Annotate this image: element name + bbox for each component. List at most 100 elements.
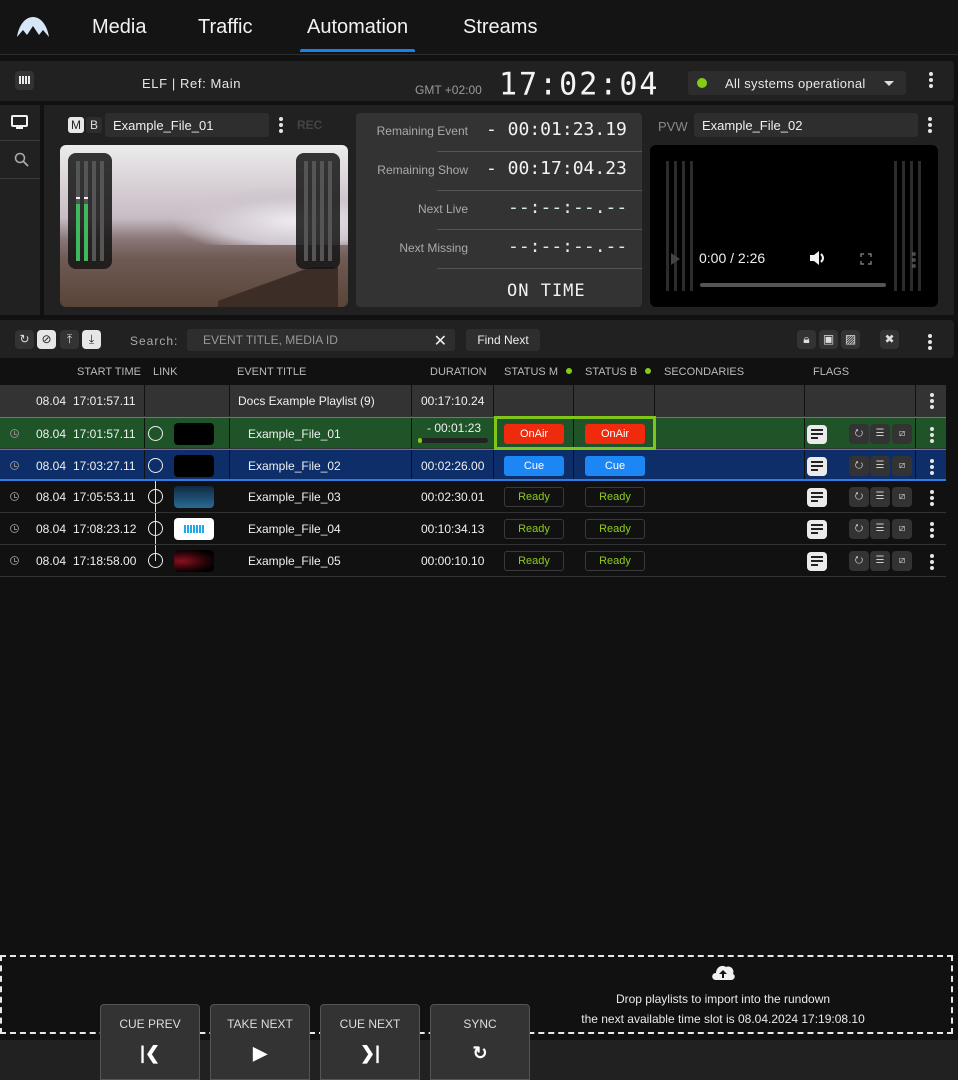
volume-icon[interactable] <box>809 250 827 266</box>
sync-label: SYNC <box>463 1017 497 1031</box>
loop-icon[interactable]: ⭮ <box>849 519 869 539</box>
loop-icon[interactable]: ⭮ <box>849 487 869 507</box>
preview-file-field[interactable]: Example_File_02 <box>694 113 918 137</box>
layout-toggle-button[interactable] <box>15 71 34 90</box>
play-icon[interactable] <box>671 253 680 265</box>
col-status-b[interactable]: STATUS B <box>585 366 652 378</box>
lock-icon[interactable]: 🔒︎ <box>797 330 816 349</box>
tab-automation[interactable]: Automation <box>299 16 416 52</box>
left-sidebar <box>0 105 40 315</box>
loop-icon[interactable]: ⭮ <box>849 551 869 571</box>
header-more-icon[interactable] <box>929 72 933 90</box>
search-box: ✕ <box>187 329 455 351</box>
table-row[interactable]: 08.04 17:08:23.12 Example_File_04 00:10:… <box>0 513 946 545</box>
playlist-flag-icon[interactable] <box>807 552 827 571</box>
col-duration[interactable]: DURATION <box>430 366 487 378</box>
preview-more-icon[interactable] <box>928 117 932 135</box>
system-status-dropdown[interactable]: All systems operational <box>688 71 906 95</box>
take-next-button[interactable]: TAKE NEXT ▶ <box>210 1004 310 1080</box>
split-icon[interactable]: ☰ <box>870 487 890 507</box>
scroll-bottom-icon[interactable]: ⤓ <box>82 330 101 349</box>
event-start: 17:18:58.00 <box>73 554 137 568</box>
cue-prev-button[interactable]: CUE PREV |❮ <box>100 1004 200 1080</box>
tab-traffic[interactable]: Traffic <box>198 16 252 39</box>
event-thumbnail <box>174 518 214 540</box>
event-duration: - 00:01:23 <box>427 421 482 435</box>
no-media-icon[interactable]: ⧄ <box>892 487 912 507</box>
table-row[interactable]: 08.04 17:05:53.11 Example_File_03 00:02:… <box>0 481 946 513</box>
event-thumbnail <box>174 550 214 572</box>
search-input[interactable] <box>187 329 427 351</box>
show-thumbnails-icon[interactable]: ▣ <box>819 330 838 349</box>
tab-streams[interactable]: Streams <box>463 16 537 39</box>
link-node-icon[interactable] <box>148 553 163 568</box>
clear-search-icon[interactable]: ✕ <box>434 331 447 351</box>
no-media-icon[interactable]: ⧄ <box>892 551 912 571</box>
hide-thumbnails-icon[interactable]: ▨ <box>841 330 860 349</box>
cue-next-button[interactable]: CUE NEXT ❯| <box>320 1004 420 1080</box>
no-media-icon[interactable]: ⧄ <box>892 424 912 444</box>
event-title: Example_File_03 <box>248 490 341 504</box>
monitor-icon[interactable] <box>11 115 28 130</box>
loop-icon[interactable]: ⭮ <box>849 424 869 444</box>
top-nav: Media Traffic Automation Streams <box>0 0 958 55</box>
split-icon[interactable]: ☰ <box>870 456 890 476</box>
link-node-icon[interactable] <box>148 458 163 473</box>
row-more-icon[interactable] <box>930 459 934 477</box>
col-status-m[interactable]: STATUS M <box>504 366 572 378</box>
col-event-title[interactable]: EVENT TITLE <box>237 366 306 378</box>
row-more-icon[interactable] <box>930 522 934 540</box>
event-date: 08.04 <box>36 459 67 473</box>
main-channel-toggle[interactable]: M <box>68 117 84 133</box>
audio-meter-right <box>296 153 340 269</box>
col-secondaries[interactable]: SECONDARIES <box>664 366 744 378</box>
timer-off-icon[interactable]: ⊘ <box>37 330 56 349</box>
player-more-icon[interactable] <box>912 252 916 270</box>
col-flags[interactable]: FLAGS <box>813 366 849 378</box>
split-icon[interactable]: ☰ <box>870 424 890 444</box>
playlist-flag-icon[interactable] <box>807 488 827 507</box>
link-node-icon[interactable] <box>148 489 163 504</box>
col-start-time[interactable]: START TIME <box>77 366 141 378</box>
chevron-down-icon <box>884 81 894 86</box>
program-more-icon[interactable] <box>279 117 283 135</box>
backup-channel-toggle[interactable]: B <box>86 117 102 133</box>
toolbar-more-icon[interactable] <box>928 334 932 352</box>
no-media-icon[interactable]: ⧄ <box>892 519 912 539</box>
app-logo-icon[interactable] <box>16 16 50 38</box>
sync-button[interactable]: SYNC ↻ <box>430 1004 530 1080</box>
row-more-icon[interactable] <box>930 554 934 572</box>
link-node-icon[interactable] <box>148 426 163 441</box>
tab-media[interactable]: Media <box>92 16 146 39</box>
split-icon[interactable]: ☰ <box>870 519 890 539</box>
link-node-icon[interactable] <box>148 521 163 536</box>
playlist-flag-icon[interactable] <box>807 425 827 444</box>
next-live-value: --:--:--.-- <box>508 197 628 218</box>
table-row[interactable]: 08.04 17:18:58.00 Example_File_05 00:00:… <box>0 545 946 577</box>
search-label: Search: <box>130 334 179 348</box>
row-more-icon[interactable] <box>930 393 934 411</box>
search-icon[interactable] <box>14 152 29 167</box>
playlist-flag-icon[interactable] <box>807 457 827 476</box>
table-row[interactable]: 08.04 17:01:57.11 Example_File_01 - 00:0… <box>0 417 946 449</box>
event-date: 08.04 <box>36 554 67 568</box>
program-file-field[interactable]: Example_File_01 <box>105 113 269 137</box>
loop-icon[interactable]: ⭮ <box>849 456 869 476</box>
split-icon[interactable]: ☰ <box>870 551 890 571</box>
table-row[interactable]: 08.04 17:03:27.11 Example_File_02 00:02:… <box>0 449 946 481</box>
row-more-icon[interactable] <box>930 427 934 445</box>
row-more-icon[interactable] <box>930 490 934 508</box>
playlist-flag-icon[interactable] <box>807 520 827 539</box>
scroll-top-icon[interactable]: ⤒ <box>60 330 79 349</box>
status-m-badge: Cue <box>504 456 564 476</box>
delete-icon[interactable]: ✖ <box>880 330 899 349</box>
fullscreen-icon[interactable] <box>860 253 872 265</box>
col-link[interactable]: LINK <box>153 366 177 378</box>
preview-video[interactable]: 0:00 / 2:26 <box>650 145 938 307</box>
rec-indicator[interactable]: REC <box>296 117 323 133</box>
no-media-icon[interactable]: ⧄ <box>892 456 912 476</box>
refresh-icon[interactable]: ↻ <box>15 330 34 349</box>
find-next-button[interactable]: Find Next <box>466 329 540 351</box>
playlist-row[interactable]: 08.04 17:01:57.11 Docs Example Playlist … <box>0 385 946 417</box>
seek-bar[interactable] <box>700 283 886 287</box>
